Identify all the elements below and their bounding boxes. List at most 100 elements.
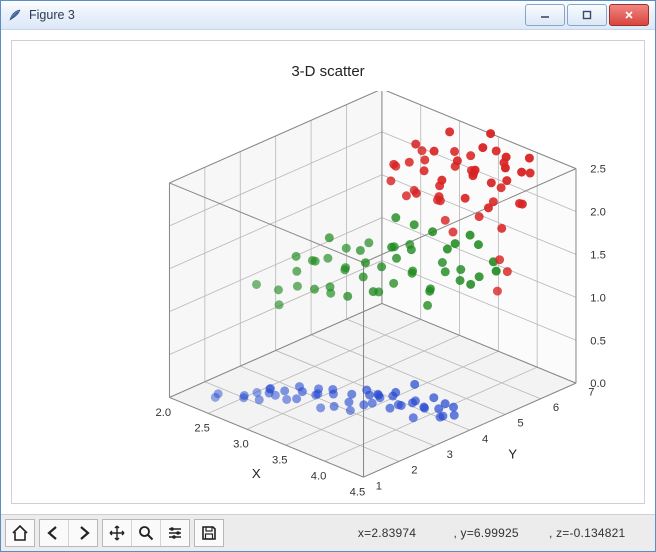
data-point	[252, 280, 261, 289]
svg-text:1.0: 1.0	[590, 292, 606, 304]
svg-text:2.5: 2.5	[194, 423, 210, 435]
data-point	[487, 178, 496, 187]
data-point	[292, 394, 301, 403]
data-point	[493, 287, 502, 296]
data-point	[410, 380, 419, 389]
data-point	[417, 146, 426, 155]
data-point	[369, 287, 378, 296]
data-point	[298, 387, 307, 396]
svg-text:0.5: 0.5	[590, 335, 606, 347]
data-point	[489, 197, 498, 206]
coord-z: , z=-0.134821	[549, 526, 641, 540]
data-point	[326, 289, 335, 298]
title-bar: Figure 3	[1, 1, 655, 30]
data-point	[441, 216, 450, 225]
data-point	[292, 252, 301, 261]
data-point	[316, 403, 325, 412]
svg-text:1: 1	[376, 480, 382, 492]
svg-text:4.5: 4.5	[350, 486, 366, 498]
data-point	[502, 176, 511, 185]
app-window: Figure 3 3-D scatter 2.0 2.5 3.0 3.5 4.0 4.5 1…	[0, 0, 656, 552]
data-point	[365, 390, 374, 399]
back-button[interactable]	[40, 520, 69, 546]
data-point	[405, 240, 414, 249]
data-point	[466, 231, 475, 240]
data-point	[385, 404, 394, 413]
data-point	[429, 393, 438, 402]
data-point	[441, 267, 450, 276]
data-point	[525, 154, 534, 163]
window-title: Figure 3	[29, 8, 523, 22]
data-point	[475, 272, 484, 281]
data-point	[347, 390, 356, 399]
data-point	[253, 388, 262, 397]
data-point	[438, 258, 447, 267]
data-point	[486, 129, 495, 138]
data-point	[375, 393, 384, 402]
chart-title: 3-D scatter	[12, 63, 644, 80]
data-point	[461, 194, 470, 203]
pan-button[interactable]	[103, 520, 132, 546]
data-point	[497, 183, 506, 192]
coord-x: x=2.83974	[358, 526, 450, 540]
forward-button[interactable]	[69, 520, 97, 546]
nav-toolbar	[1, 515, 224, 551]
data-point	[310, 285, 319, 294]
data-point	[467, 166, 476, 175]
data-point	[428, 227, 437, 236]
data-point	[265, 389, 274, 398]
scatter-3d-chart[interactable]: 2.02.53.03.54.04.512345670.00.51.01.52.0…	[52, 91, 624, 500]
data-point	[526, 169, 535, 178]
data-point	[441, 399, 450, 408]
data-point	[311, 390, 320, 399]
data-point	[451, 239, 460, 248]
configure-subplots-button[interactable]	[161, 520, 189, 546]
data-point	[410, 220, 419, 229]
data-point	[456, 276, 465, 285]
svg-text:0.0: 0.0	[590, 378, 606, 390]
data-point	[410, 186, 419, 195]
close-button[interactable]	[609, 4, 649, 26]
data-point	[433, 195, 442, 204]
data-point	[282, 395, 291, 404]
zoom-button[interactable]	[132, 520, 161, 546]
data-point	[394, 400, 403, 409]
data-point	[423, 301, 432, 310]
home-button[interactable]	[6, 520, 34, 546]
data-point	[437, 176, 446, 185]
data-point	[280, 386, 289, 395]
tk-feather-icon	[7, 7, 23, 23]
data-point	[402, 191, 411, 200]
data-point	[420, 166, 429, 175]
data-point	[308, 256, 317, 265]
data-point	[466, 151, 475, 160]
svg-text:4.0: 4.0	[311, 471, 327, 483]
data-point	[515, 199, 524, 208]
svg-text:3.0: 3.0	[233, 439, 249, 451]
data-point	[386, 176, 395, 185]
data-point	[449, 228, 458, 237]
svg-text:5: 5	[517, 418, 523, 430]
data-point	[411, 140, 420, 149]
save-button[interactable]	[195, 520, 223, 546]
data-point	[466, 280, 475, 289]
maximize-button[interactable]	[567, 4, 607, 26]
status-bar: x=2.83974 , y=6.99925 , z=-0.134821	[1, 514, 655, 551]
data-point	[292, 267, 301, 276]
data-point	[377, 262, 386, 271]
svg-text:4: 4	[482, 433, 488, 445]
svg-text:1.5: 1.5	[590, 250, 606, 262]
data-point	[445, 127, 454, 136]
content-area: 3-D scatter 2.02.53.03.54.04.512345670.0…	[1, 30, 655, 514]
data-point	[405, 158, 414, 167]
svg-text:3.5: 3.5	[272, 455, 288, 467]
data-point	[359, 272, 368, 281]
data-point	[478, 143, 487, 152]
minimize-button[interactable]	[525, 4, 565, 26]
data-point	[430, 147, 439, 156]
data-point	[330, 402, 339, 411]
svg-text:2.0: 2.0	[156, 407, 172, 419]
data-point	[503, 267, 512, 276]
data-point	[346, 406, 355, 415]
data-point	[391, 213, 400, 222]
